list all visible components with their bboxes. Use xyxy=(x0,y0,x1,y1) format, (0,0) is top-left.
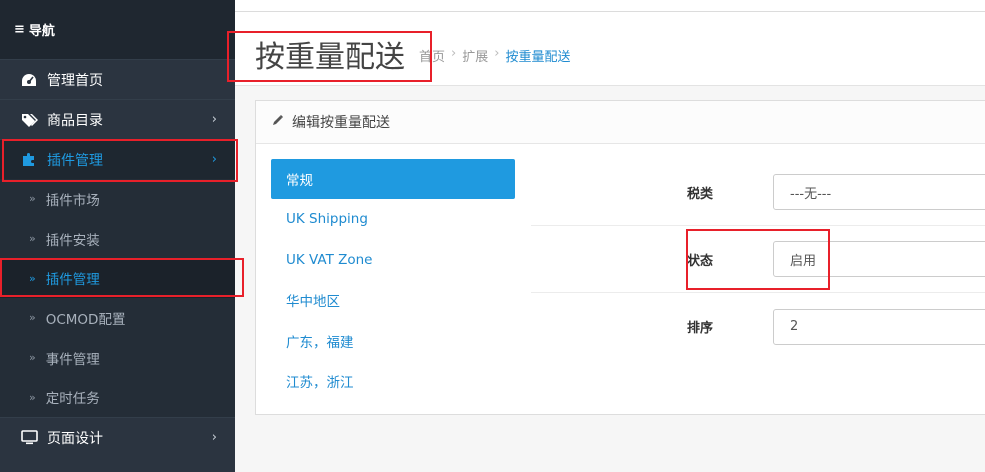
tax-class-label: 税类 xyxy=(686,186,713,202)
breadcrumb-extensions[interactable]: 扩展 xyxy=(462,46,488,65)
tags-icon xyxy=(20,111,38,129)
submenu-item-install[interactable]: » 插件安装 xyxy=(0,219,235,259)
submenu-item-events[interactable]: » 事件管理 xyxy=(0,338,235,378)
sidebar-item-catalog[interactable]: 商品目录 › xyxy=(0,99,235,139)
sidebar-item-dashboard[interactable]: 管理首页 xyxy=(0,59,235,99)
submenu-item-market[interactable]: » 插件市场 xyxy=(0,179,235,219)
sort-order-label: 排序 xyxy=(686,321,713,336)
chevron-right-icon: › xyxy=(211,430,217,446)
status-label: 状态 xyxy=(686,253,713,269)
tab-uk-shipping[interactable]: UK Shipping xyxy=(271,199,515,240)
breadcrumb-home[interactable]: 首页 xyxy=(419,46,445,65)
edit-panel: 编辑按重量配送 常规 UK Shipping UK VAT Zone 华中地区 … xyxy=(255,100,985,415)
form-row-sort-order: 排序 2 xyxy=(531,293,985,360)
tab-general[interactable]: 常规 xyxy=(271,159,515,199)
double-chevron-icon: » xyxy=(29,192,36,206)
sidebar-item-extensions[interactable]: 插件管理 › xyxy=(0,139,235,179)
tax-class-select[interactable]: ---无--- xyxy=(773,174,985,210)
pencil-icon xyxy=(272,114,284,130)
tab-list: 常规 UK Shipping UK VAT Zone 华中地区 广东，福建 江苏… xyxy=(271,159,515,402)
puzzle-icon xyxy=(20,151,38,169)
sidebar-item-label: 页面设计 xyxy=(47,430,103,447)
breadcrumb: 首页 › 扩展 › 按重量配送 xyxy=(419,46,570,65)
page-header: 按重量配送 首页 › 扩展 › 按重量配送 xyxy=(235,12,985,86)
dashboard-icon xyxy=(20,71,38,89)
form-row-status: 状态 启用 xyxy=(531,226,985,293)
page-title: 按重量配送 xyxy=(255,40,405,75)
submenu-label: 插件管理 xyxy=(45,272,100,289)
sort-order-input[interactable]: 2 xyxy=(773,308,985,345)
sidebar: ≡ 导航 管理首页 商品目录 › 插件管理 › » 插件市场 » 插件安装 » xyxy=(0,0,235,472)
breadcrumb-current[interactable]: 按重量配送 xyxy=(505,46,570,65)
status-select[interactable]: 启用 xyxy=(773,241,985,277)
form-row-tax-class: 税类 ---无--- xyxy=(531,159,985,226)
chevron-right-icon: › xyxy=(211,112,217,127)
settings-form: 税类 ---无--- 状态 启用 排序 2 xyxy=(531,159,985,360)
breadcrumb-separator: › xyxy=(451,46,457,61)
submenu-label: 事件管理 xyxy=(45,351,100,368)
sidebar-submenu: » 插件市场 » 插件安装 » 插件管理 » OCMOD配置 » 事件管理 » … xyxy=(0,179,235,418)
sidebar-item-label: 管理首页 xyxy=(47,72,103,89)
submenu-label: 插件安装 xyxy=(45,232,100,249)
nav-title: 导航 xyxy=(28,24,55,39)
tab-uk-vat-zone[interactable]: UK VAT Zone xyxy=(271,240,515,281)
menu-icon: ≡ xyxy=(14,22,25,37)
tab-central-china[interactable]: 华中地区 xyxy=(271,280,515,321)
double-chevron-icon: » xyxy=(29,311,36,325)
top-bar xyxy=(235,0,985,12)
submenu-label: OCMOD配置 xyxy=(45,311,126,328)
tab-jiangsu-zhejiang[interactable]: 江苏，浙江 xyxy=(271,361,515,402)
tab-guangdong-fujian[interactable]: 广东，福建 xyxy=(271,321,515,362)
submenu-label: 插件市场 xyxy=(45,192,100,209)
submenu-item-ocmod[interactable]: » OCMOD配置 xyxy=(0,298,235,338)
double-chevron-icon: » xyxy=(29,351,36,365)
monitor-icon xyxy=(20,429,38,447)
panel-title: 编辑按重量配送 xyxy=(292,115,390,131)
double-chevron-icon: » xyxy=(29,390,36,404)
breadcrumb-separator: › xyxy=(494,46,500,61)
sidebar-item-label: 商品目录 xyxy=(47,112,103,129)
chevron-right-icon: › xyxy=(211,152,217,167)
double-chevron-icon: » xyxy=(29,271,36,285)
submenu-label: 定时任务 xyxy=(45,391,100,408)
nav-header[interactable]: ≡ 导航 xyxy=(0,0,235,59)
sidebar-item-design[interactable]: 页面设计 › xyxy=(0,417,235,457)
double-chevron-icon: » xyxy=(29,232,36,246)
panel-heading: 编辑按重量配送 xyxy=(256,101,985,144)
submenu-item-cron[interactable]: » 定时任务 xyxy=(0,377,235,417)
submenu-item-manage[interactable]: » 插件管理 xyxy=(0,258,235,299)
sidebar-item-label: 插件管理 xyxy=(47,152,103,169)
